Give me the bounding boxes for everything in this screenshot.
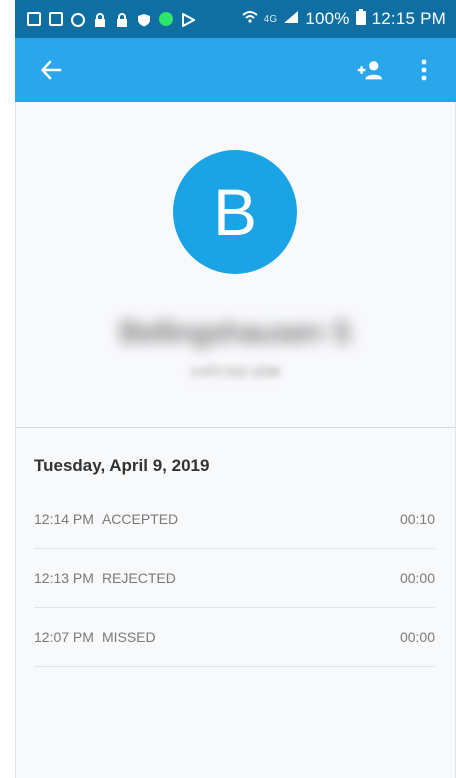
status-left-icons [27,12,197,28]
contact-detail: B Bellingshausen S (+07) 512 1234 Tuesda… [15,102,456,778]
contact-subtitle: (+07) 512 1234 [191,364,280,379]
clock: 12:15 PM [371,9,446,28]
avatar: B [173,150,297,274]
arrow-back-icon [40,60,62,80]
app-frame: 4G 100% 12:15 PM B Bellingshausen S (+07… [0,0,456,778]
signal-icon [283,9,299,29]
call-duration: 00:00 [399,629,435,645]
more-vert-icon [421,59,427,81]
green-dot-icon [159,12,173,26]
contact-name: Bellingshausen S [119,316,352,349]
call-log-row-left: 12:14 PM ACCEPTED [34,511,178,527]
call-time: 12:13 PM [34,570,94,586]
network-type: 4G [263,13,278,25]
call-log-row-left: 12:07 PM MISSED [34,629,156,645]
play-store-icon [181,12,197,28]
call-status: MISSED [101,629,156,645]
lock-icon [93,12,107,27]
person-add-icon [357,61,383,80]
call-duration: 00:00 [399,570,435,586]
status-bar: 4G 100% 12:15 PM [15,0,456,38]
call-status: REJECTED [101,570,176,586]
call-log-list: 12:14 PM ACCEPTED 00:10 12:13 PM REJECTE… [34,490,435,667]
more-options-button[interactable] [410,56,438,84]
battery-icon [355,8,366,30]
toolbar-actions [356,56,438,84]
call-time: 12:07 PM [34,629,94,645]
call-log-row[interactable]: 12:07 PM MISSED 00:00 [34,608,435,667]
wifi-icon [241,9,258,29]
call-log-row[interactable]: 12:13 PM REJECTED 00:00 [34,549,435,608]
call-log-row[interactable]: 12:14 PM ACCEPTED 00:10 [34,490,435,549]
gallery-icon [49,12,63,26]
app-toolbar [15,38,456,102]
call-log-row-left: 12:13 PM REJECTED [34,570,176,586]
call-status: ACCEPTED [101,511,179,527]
checkbox-icon [27,12,41,26]
profile-header: B Bellingshausen S (+07) 512 1234 [16,102,455,428]
lock-icon [115,12,129,27]
add-contact-button[interactable] [356,56,384,84]
shield-icon [137,12,151,27]
browser-icon [71,12,85,27]
status-right: 4G 100% 12:15 PM [241,8,446,30]
call-log-date: Tuesday, April 9, 2019 [34,456,210,475]
call-duration: 00:10 [399,511,435,527]
back-button[interactable] [37,56,65,84]
call-time: 12:14 PM [34,511,94,527]
battery-percent: 100% [305,9,350,28]
